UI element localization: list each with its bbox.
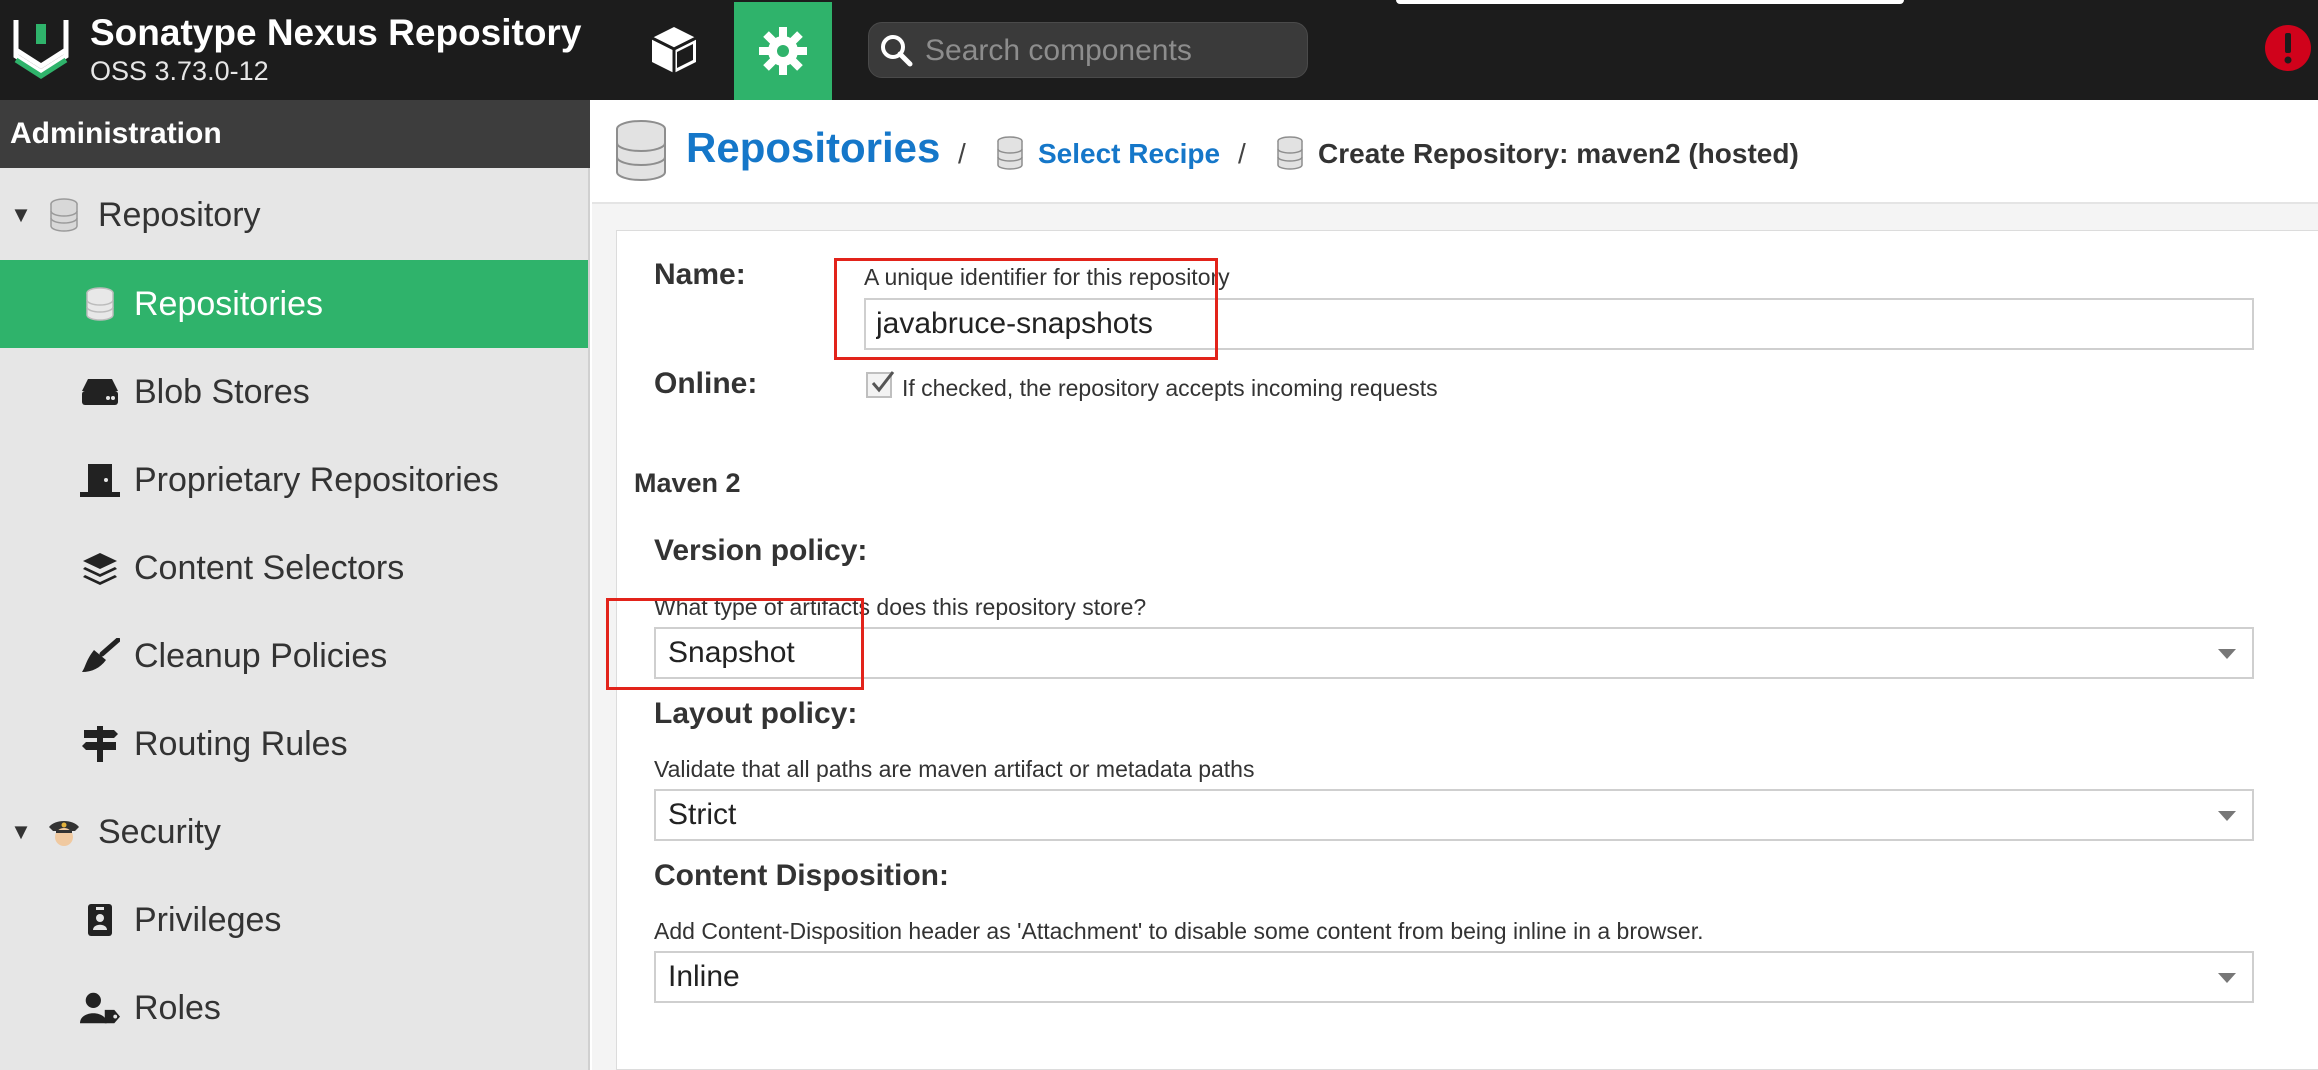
sonatype-logo-icon xyxy=(13,20,69,79)
administration-nav-button[interactable] xyxy=(734,2,832,100)
sidebar-item-label: Privileges xyxy=(134,900,282,939)
version-policy-label: Version policy: xyxy=(654,534,868,567)
sidebar-item-proprietary-repositories[interactable]: Proprietary Repositories xyxy=(0,436,588,524)
chevron-down-icon xyxy=(2218,973,2236,983)
page-title[interactable]: Repositories xyxy=(686,124,940,172)
breadcrumb-separator: / xyxy=(1238,138,1246,169)
sidebar-group-security[interactable]: ▼ Security xyxy=(0,788,588,876)
online-help: If checked, the repository accepts incom… xyxy=(902,375,1438,401)
sidebar-item-repositories[interactable]: Repositories xyxy=(0,260,588,348)
name-help: A unique identifier for this repository xyxy=(864,264,1230,290)
layout-policy-help: Validate that all paths are maven artifa… xyxy=(654,756,1255,782)
hard-drive-icon xyxy=(80,372,120,412)
id-badge-icon xyxy=(80,900,120,940)
sidebar-item-label: Content Selectors xyxy=(134,548,405,587)
content-disposition-label: Content Disposition: xyxy=(654,859,949,892)
sidebar-item-label: Repositories xyxy=(134,284,323,323)
database-icon xyxy=(616,120,666,181)
content-disposition-select[interactable]: Inline xyxy=(654,951,2254,1003)
sidebar-item-content-selectors[interactable]: Content Selectors xyxy=(0,524,588,612)
name-input[interactable] xyxy=(864,298,2254,350)
checkmark-icon xyxy=(871,371,895,393)
breadcrumb-select-recipe-link[interactable]: Select Recipe xyxy=(1038,138,1220,170)
maven2-section-title: Maven 2 xyxy=(634,468,741,498)
broom-icon xyxy=(80,636,120,676)
sidebar-item-roles[interactable]: Roles xyxy=(0,964,588,1052)
chevron-down-icon xyxy=(2218,811,2236,821)
sidebar-item-blob-stores[interactable]: Blob Stores xyxy=(0,348,588,436)
database-icon xyxy=(80,284,120,324)
chevron-down-icon xyxy=(2218,649,2236,659)
sidebar-item-label: Repository xyxy=(98,195,261,234)
cube-icon xyxy=(651,27,697,73)
browse-nav-button[interactable] xyxy=(626,2,722,98)
database-icon xyxy=(44,195,84,235)
database-icon xyxy=(997,136,1023,170)
police-icon xyxy=(44,812,84,852)
sidebar-group-repository[interactable]: ▼ Repository xyxy=(0,171,588,259)
sidebar-item-label: Security xyxy=(98,812,221,851)
layout-policy-select[interactable]: Strict xyxy=(654,789,2254,841)
top-popup-edge xyxy=(1396,0,1904,4)
signpost-icon xyxy=(80,724,120,764)
version-policy-help: What type of artifacts does this reposit… xyxy=(654,594,1147,620)
layout-policy-label: Layout policy: xyxy=(654,697,858,730)
sidebar-item-label: Roles xyxy=(134,988,221,1027)
sidebar-title: Administration xyxy=(0,100,590,168)
caret-down-icon[interactable]: ▼ xyxy=(6,202,36,228)
search-box[interactable] xyxy=(868,22,1308,78)
gear-icon xyxy=(759,27,807,75)
sidebar-item-label: Routing Rules xyxy=(134,724,348,763)
sidebar-item-cleanup-policies[interactable]: Cleanup Policies xyxy=(0,612,588,700)
layers-icon xyxy=(80,548,120,588)
content-disposition-help: Add Content-Disposition header as 'Attac… xyxy=(654,918,1704,944)
database-icon xyxy=(1277,136,1303,170)
version-policy-select[interactable]: Snapshot xyxy=(654,627,2254,679)
admin-sidebar: Administration ▼ Repository Repositories… xyxy=(0,100,590,1070)
breadcrumb: Repositories / Select Recipe / Create Re… xyxy=(592,100,2318,204)
search-icon xyxy=(881,35,913,67)
door-icon xyxy=(80,460,120,500)
online-checkbox[interactable] xyxy=(866,371,895,398)
sidebar-item-label: Proprietary Repositories xyxy=(134,460,499,499)
content-disposition-value: Inline xyxy=(668,960,740,993)
brand-version: OSS 3.73.0-12 xyxy=(90,56,269,86)
name-label: Name: xyxy=(654,258,746,291)
sidebar-item-privileges[interactable]: Privileges xyxy=(0,876,588,964)
breadcrumb-separator: / xyxy=(958,138,966,169)
layout-policy-value: Strict xyxy=(668,798,737,831)
online-label: Online: xyxy=(654,367,758,400)
search-input[interactable] xyxy=(923,29,1297,73)
caret-down-icon[interactable]: ▼ xyxy=(6,819,36,845)
brand-name: Sonatype Nexus Repository xyxy=(90,12,582,53)
breadcrumb-current: Create Repository: maven2 (hosted) xyxy=(1318,138,1799,169)
sidebar-item-label: Blob Stores xyxy=(134,372,310,411)
sidebar-item-routing-rules[interactable]: Routing Rules xyxy=(0,700,588,788)
sidebar-item-label: Cleanup Policies xyxy=(134,636,388,675)
user-tag-icon xyxy=(80,988,120,1028)
top-header: Sonatype Nexus Repository OSS 3.73.0-12 xyxy=(0,0,2318,100)
exclamation-circle-icon[interactable] xyxy=(2264,24,2312,72)
version-policy-value: Snapshot xyxy=(668,636,795,669)
